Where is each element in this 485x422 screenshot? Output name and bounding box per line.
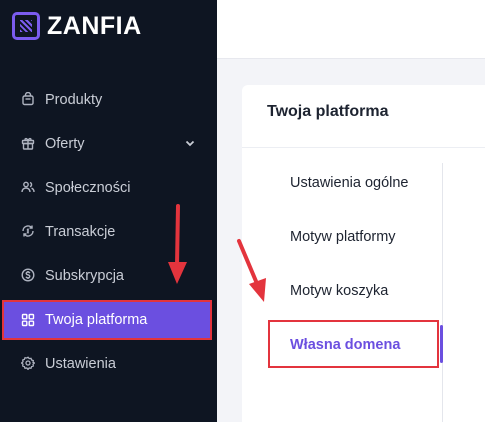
top-bar [217,0,485,59]
menu-item-ustawienia-ogolne[interactable]: Ustawienia ogólne [290,175,409,191]
sidebar-item-twoja-platforma[interactable]: Twoja platforma [2,300,212,340]
highlight-box [268,320,439,368]
sidebar-item-label: Ustawienia [45,356,116,372]
sidebar-item-label: Produkty [45,92,103,108]
menu-item-motyw-koszyka[interactable]: Motyw koszyka [290,283,388,299]
logo[interactable]: ZANFIA [12,12,142,40]
sidebar-item-label: Twoja platforma [45,312,148,328]
sidebar-item-label: Subskrypcja [45,268,124,284]
exchange-icon [22,225,34,237]
divider [242,147,485,148]
bag-icon [22,92,34,106]
platform-panel: Twoja platforma Ustawienia ogólne Motyw … [242,85,485,422]
dollar-icon [21,268,35,282]
sidebar-item-label: Społeczności [45,180,131,196]
sidebar-item-label: Transakcje [45,224,116,240]
settings-icon [21,356,35,370]
menu-divider [442,163,443,422]
grid-icon [21,313,35,327]
sidebar-item-ustawienia[interactable]: Ustawienia [0,342,217,386]
users-icon [21,181,35,193]
active-indicator [440,325,443,363]
sidebar-item-label: Oferty [45,136,85,152]
chevron-down-icon[interactable] [184,137,196,149]
menu-item-motyw-platformy[interactable]: Motyw platformy [290,229,396,245]
gift-icon [21,137,35,150]
arrow-down-icon [168,204,187,284]
logo-icon [12,12,40,40]
sidebar-item-produkty[interactable]: Produkty [0,78,217,122]
logo-text: ZANFIA [47,12,142,40]
sidebar-item-oferty[interactable]: Oferty [0,122,217,166]
panel-title: Twoja platforma [267,103,389,120]
arrow-down-icon [237,239,266,302]
